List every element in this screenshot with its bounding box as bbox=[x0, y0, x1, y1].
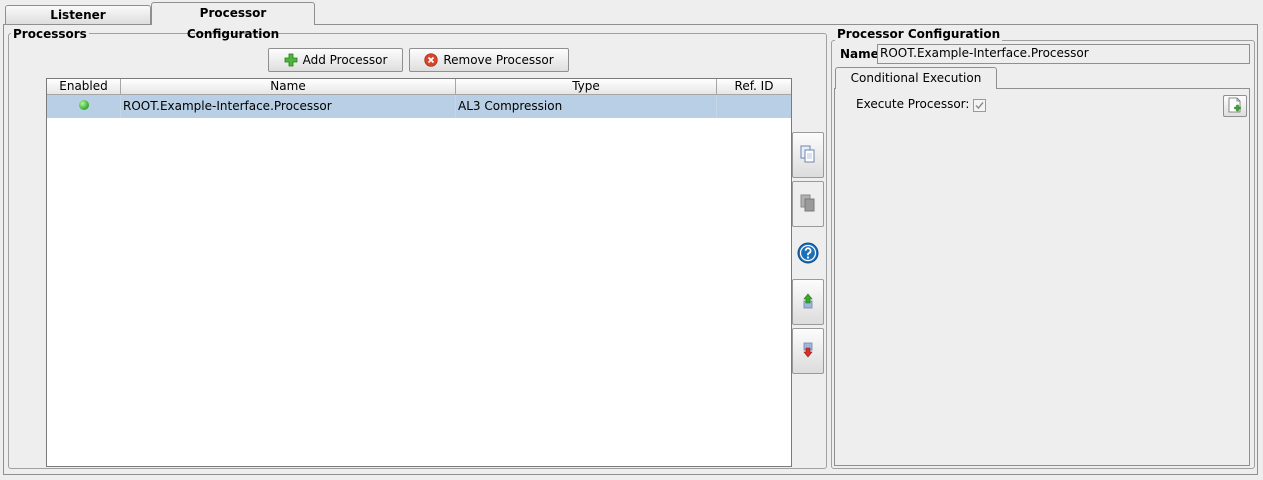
add-processor-button[interactable]: Add Processor bbox=[268, 48, 403, 72]
checkmark-icon bbox=[975, 102, 984, 110]
move-down-icon bbox=[801, 342, 815, 361]
remove-icon bbox=[424, 53, 438, 67]
tab-listener-configuration[interactable]: Listener Configuration bbox=[5, 5, 151, 41]
add-processor-label: Add Processor bbox=[302, 53, 388, 67]
tab-processor-configuration[interactable]: Processor Configuration bbox=[151, 2, 315, 41]
copy-button[interactable] bbox=[792, 132, 824, 178]
column-header-ref-id[interactable]: Ref. ID bbox=[717, 79, 791, 95]
enabled-cell[interactable] bbox=[47, 95, 121, 118]
paste-icon bbox=[800, 194, 816, 215]
remove-processor-button[interactable]: Remove Processor bbox=[409, 48, 569, 72]
tab-label: Processor Configuration bbox=[186, 6, 280, 41]
copy-icon bbox=[800, 145, 816, 166]
type-cell[interactable]: AL3 Compression bbox=[456, 95, 717, 118]
processors-title: Processors bbox=[11, 27, 89, 41]
move-down-button[interactable] bbox=[792, 328, 824, 374]
plus-icon bbox=[284, 53, 298, 67]
new-document-icon bbox=[1228, 97, 1242, 116]
name-field[interactable]: ROOT.Example-Interface.Processor bbox=[877, 44, 1250, 64]
conditional-execution-panel bbox=[834, 88, 1250, 466]
move-up-button[interactable] bbox=[792, 279, 824, 325]
move-up-icon bbox=[801, 293, 815, 312]
help-icon bbox=[797, 242, 819, 267]
ref-id-cell[interactable] bbox=[717, 95, 791, 118]
execute-processor-checkbox[interactable] bbox=[973, 99, 986, 112]
execute-processor-label: Execute Processor: bbox=[856, 97, 970, 111]
column-header-type[interactable]: Type bbox=[456, 79, 717, 95]
enabled-status-icon bbox=[78, 99, 89, 110]
column-header-enabled[interactable]: Enabled bbox=[47, 79, 121, 95]
name-cell[interactable]: ROOT.Example-Interface.Processor bbox=[121, 95, 456, 118]
remove-processor-label: Remove Processor bbox=[443, 53, 554, 67]
add-condition-button[interactable] bbox=[1223, 95, 1247, 117]
help-button[interactable] bbox=[792, 238, 824, 270]
processors-table: Enabled Name Type Ref. ID ROOT.Example-I… bbox=[46, 78, 792, 467]
tab-label: Conditional Execution bbox=[850, 71, 982, 85]
processor-configuration-title: Processor Configuration bbox=[835, 27, 1003, 41]
tab-conditional-execution[interactable]: Conditional Execution bbox=[835, 67, 997, 89]
column-header-name[interactable]: Name bbox=[121, 79, 456, 95]
table-row[interactable]: ROOT.Example-Interface.Processor AL3 Com… bbox=[47, 95, 791, 118]
paste-button bbox=[792, 181, 824, 227]
